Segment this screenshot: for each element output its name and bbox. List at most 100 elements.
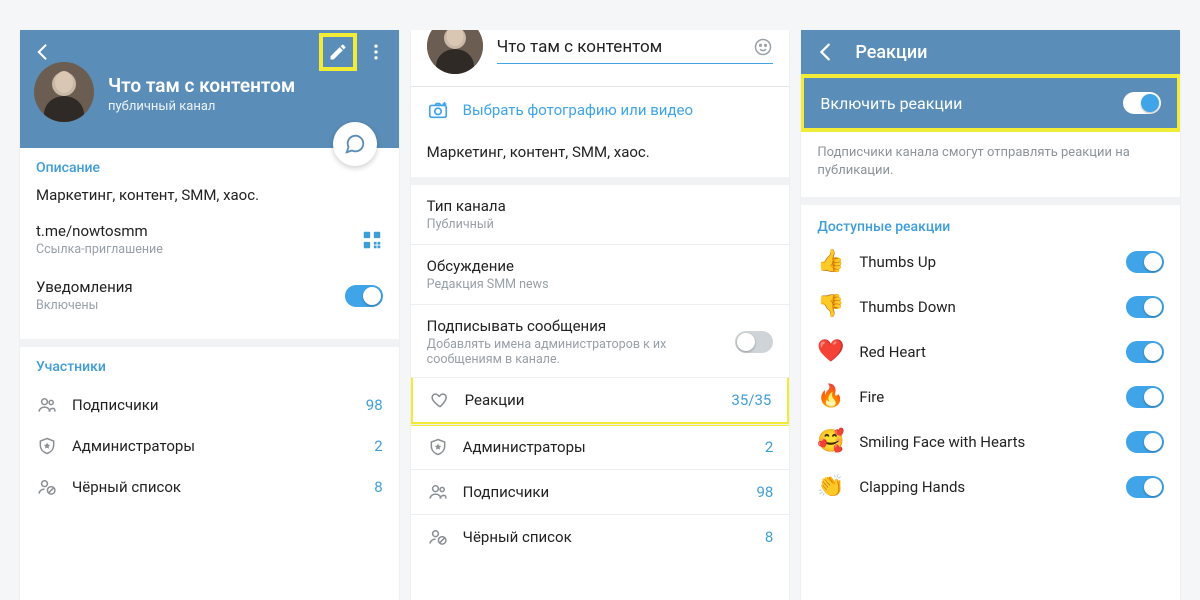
reactions-header: Реакции (801, 30, 1180, 74)
block-icon (427, 527, 449, 547)
reaction-toggle[interactable] (1126, 296, 1164, 318)
channel-title: Что там с контентом (108, 74, 295, 97)
edit-name-row: Что там с контентом (411, 30, 790, 87)
more-icon[interactable] (363, 39, 389, 65)
reaction-toggle[interactable] (1126, 386, 1164, 408)
channel-edit-panel: Что там с контентом Выбрать фотографию и… (411, 30, 790, 600)
reaction-label: Smiling Face with Hearts (859, 433, 1110, 451)
reaction-row[interactable]: 👍 Thumbs Up (801, 239, 1180, 284)
description-text: Маркетинг, контент, SMM, хаос. (36, 186, 383, 204)
edit-subs-label: Подписчики (463, 483, 550, 501)
reaction-label: Fire (859, 388, 1110, 406)
blacklist-row[interactable]: Чёрный список 8 (36, 466, 383, 507)
emoji-icon[interactable] (753, 37, 773, 57)
back-icon[interactable] (815, 41, 837, 63)
admins-value: 2 (374, 437, 382, 455)
shield-icon (427, 437, 449, 457)
subscribers-value: 98 (366, 396, 383, 414)
reactions-label: Реакции (465, 391, 525, 409)
edit-highlight (319, 33, 357, 71)
reaction-label: Clapping Hands (859, 478, 1110, 496)
reaction-row[interactable]: 🔥 Fire (801, 374, 1180, 419)
reaction-label: Thumbs Up (859, 253, 1110, 271)
reaction-emoji: 🔥 (817, 384, 843, 409)
reaction-toggle[interactable] (1126, 341, 1164, 363)
channel-type-value: Публичный (427, 217, 506, 232)
invite-link: t.me/nowtosmm (36, 222, 163, 240)
channel-type-row[interactable]: Тип канала Публичный (411, 185, 790, 244)
reaction-row[interactable]: 👏 Clapping Hands (801, 464, 1180, 509)
edit-black-row[interactable]: Чёрный список 8 (411, 514, 790, 559)
members-section: Участники Подписчики 98 Администраторы (20, 347, 399, 523)
enable-reactions-row[interactable]: Включить реакции (801, 74, 1180, 132)
reactions-note: Подписчики канала смогут отправлять реак… (801, 132, 1180, 205)
pick-media-row[interactable]: Выбрать фотографию или видео (411, 87, 790, 133)
subscribers-row[interactable]: Подписчики 98 (36, 385, 383, 425)
reaction-label: Red Heart (859, 343, 1110, 361)
reaction-label: Thumbs Down (859, 298, 1110, 316)
discussion-sub: Редакция SMM news (427, 277, 549, 292)
reaction-emoji: 🥰 (817, 429, 843, 454)
back-icon[interactable] (30, 39, 56, 65)
reactions-title: Реакции (855, 42, 927, 63)
edit-icon[interactable] (325, 39, 351, 65)
blacklist-label: Чёрный список (72, 478, 181, 496)
discussion-label: Обсуждение (427, 257, 549, 275)
edit-description[interactable]: Маркетинг, контент, SMM, хаос. (411, 133, 790, 185)
channel-subtitle: публичный канал (108, 99, 295, 114)
notifications-label: Уведомления (36, 278, 133, 296)
reaction-toggle[interactable] (1126, 431, 1164, 453)
qr-icon[interactable] (361, 229, 383, 251)
members-head: Участники (36, 359, 383, 375)
shield-icon (36, 436, 58, 456)
reaction-emoji: 👎 (817, 294, 843, 319)
subscribers-icon (36, 395, 58, 415)
channel-header: Что там с контентом публичный канал (20, 30, 399, 148)
reactions-panel: Реакции Включить реакции Подписчики кана… (801, 30, 1180, 600)
edit-admins-value: 2 (765, 438, 773, 456)
edit-black-value: 8 (765, 528, 773, 546)
reaction-toggle[interactable] (1126, 476, 1164, 498)
chat-fab[interactable] (333, 122, 377, 166)
subscribers-label: Подписчики (72, 396, 159, 414)
notifications-row[interactable]: Уведомления Включены (36, 267, 383, 323)
edit-subs-value: 98 (756, 483, 773, 501)
reaction-toggle[interactable] (1126, 251, 1164, 273)
pick-media-label: Выбрать фотографию или видео (463, 101, 693, 119)
discussion-row[interactable]: Обсуждение Редакция SMM news (411, 244, 790, 304)
reactions-row[interactable]: Реакции 35/35 (411, 377, 790, 426)
enable-reactions-label: Включить реакции (820, 94, 962, 113)
channel-name-input[interactable]: Что там с контентом (497, 37, 746, 57)
reaction-row[interactable]: ❤️ Red Heart (801, 329, 1180, 374)
edit-black-label: Чёрный список (463, 528, 572, 546)
reaction-emoji: 👏 (817, 474, 843, 499)
sign-toggle[interactable] (735, 331, 773, 353)
edit-admins-label: Администраторы (463, 438, 586, 456)
blacklist-value: 8 (374, 478, 382, 496)
admins-label: Администраторы (72, 437, 195, 455)
heart-icon (429, 390, 451, 410)
invite-link-sub: Ссылка-приглашение (36, 242, 163, 257)
reactions-list: 👍 Thumbs Up 👎 Thumbs Down ❤️ Red Heart 🔥 Fire 🥰 S… (801, 239, 1180, 509)
channel-info-panel: Что там с контентом публичный канал Опис… (20, 30, 399, 600)
invite-link-row[interactable]: t.me/nowtosmm Ссылка-приглашение (36, 212, 383, 267)
admins-row[interactable]: Администраторы 2 (36, 425, 383, 466)
notifications-sub: Включены (36, 298, 133, 313)
reaction-row[interactable]: 👎 Thumbs Down (801, 284, 1180, 329)
reaction-emoji: 👍 (817, 249, 843, 274)
sign-messages-row[interactable]: Подписывать сообщения Добавлять имена ад… (411, 304, 790, 379)
edit-avatar[interactable] (427, 30, 483, 74)
sign-label: Подписывать сообщения (427, 317, 687, 335)
reaction-emoji: ❤️ (817, 339, 843, 364)
description-section: Описание Маркетинг, контент, SMM, хаос. … (20, 148, 399, 347)
available-head: Доступные реакции (801, 205, 1180, 239)
edit-subs-row[interactable]: Подписчики 98 (411, 469, 790, 514)
edit-admins-row[interactable]: Администраторы 2 (411, 424, 790, 469)
enable-reactions-toggle[interactable] (1123, 92, 1161, 114)
notifications-toggle[interactable] (345, 285, 383, 307)
reactions-value: 35/35 (731, 391, 771, 409)
reaction-row[interactable]: 🥰 Smiling Face with Hearts (801, 419, 1180, 464)
channel-type-label: Тип канала (427, 197, 506, 215)
description-head: Описание (36, 160, 383, 176)
block-icon (36, 477, 58, 497)
